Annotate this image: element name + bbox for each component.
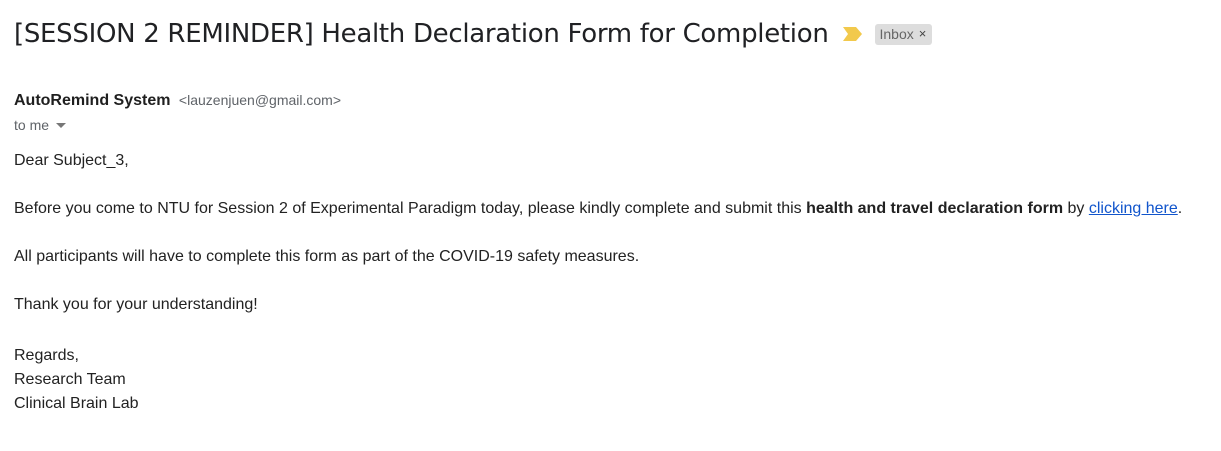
signature-line-regards: Regards, xyxy=(14,347,79,364)
para1-text-mid: by xyxy=(1063,200,1089,217)
form-name-bold: health and travel declaration form xyxy=(806,200,1064,217)
email-paragraph-instructions: Before you come to NTU for Session 2 of … xyxy=(14,200,1182,218)
email-subject: [SESSION 2 REMINDER] Health Declaration … xyxy=(14,19,829,49)
remove-label-icon[interactable]: × xyxy=(919,26,927,41)
para1-text-end: . xyxy=(1177,200,1183,217)
recipient-text: to me xyxy=(14,117,50,133)
recipient-row: to me xyxy=(14,117,67,133)
email-greeting: Dear Subject_3, xyxy=(14,152,129,169)
signature-line-team: Research Team xyxy=(14,371,126,388)
form-link[interactable]: clicking here xyxy=(1089,200,1178,217)
sender-email: <lauzenjuen@gmail.com> xyxy=(178,92,342,108)
recipient-details-dropdown-icon[interactable] xyxy=(56,122,67,128)
email-signature: Regards, Research Team Clinical Brain La… xyxy=(14,344,139,416)
para1-text-start: Before you come to NTU for Session 2 of … xyxy=(14,200,807,217)
email-paragraph-safety: All participants will have to complete t… xyxy=(14,248,640,265)
inbox-label-text: Inbox xyxy=(879,25,914,42)
email-header: [SESSION 2 REMINDER] Health Declaration … xyxy=(14,19,933,49)
signature-line-lab: Clinical Brain Lab xyxy=(14,395,139,412)
sender-name: AutoRemind System xyxy=(14,92,171,109)
email-paragraph-thanks: Thank you for your understanding! xyxy=(14,296,258,313)
inbox-label-chip: Inbox × xyxy=(874,23,933,45)
importance-marker-icon[interactable] xyxy=(842,26,863,42)
sender-info: AutoRemind System <lauzenjuen@gmail.com> xyxy=(14,92,341,110)
